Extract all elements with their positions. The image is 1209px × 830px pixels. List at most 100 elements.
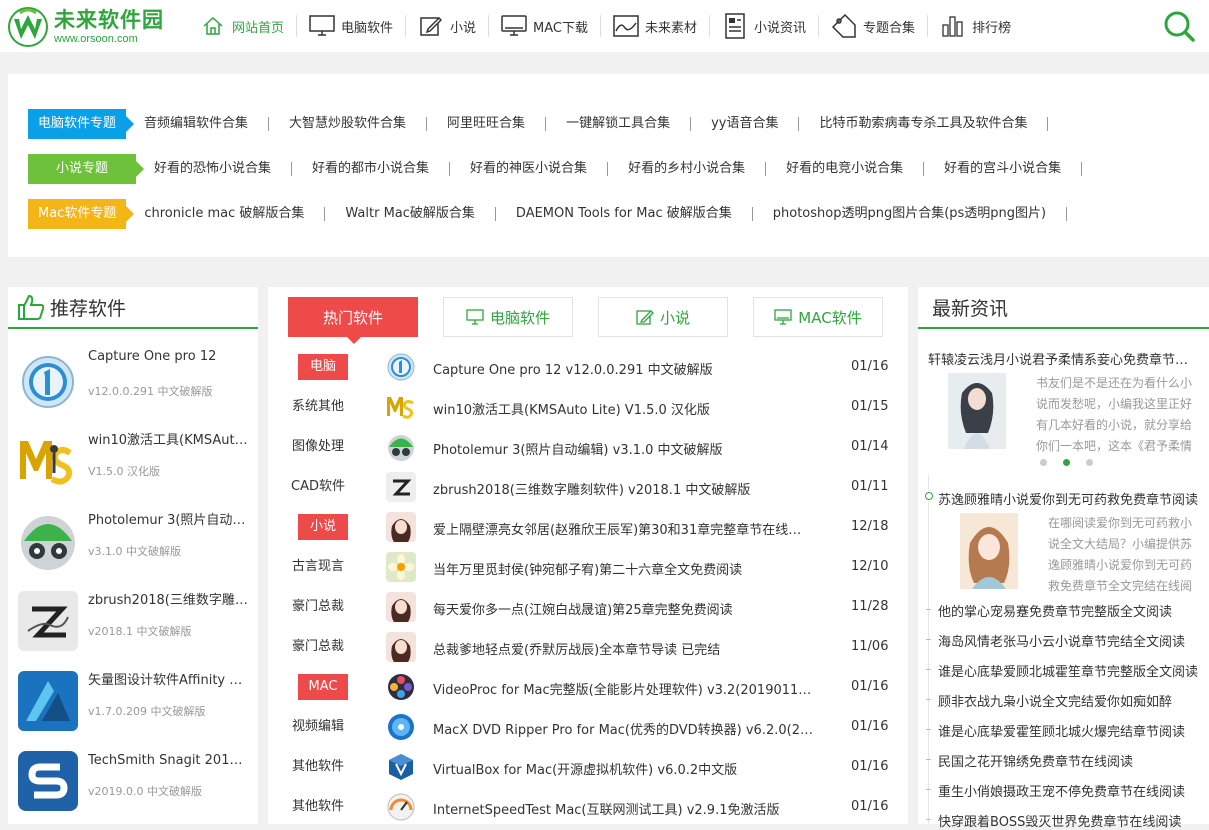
topic-link[interactable]: 好看的乡村小说合集: [608, 162, 767, 176]
topic-tag[interactable]: 电脑软件专题: [28, 109, 135, 139]
tab-pc-software[interactable]: 电脑软件: [443, 297, 573, 337]
videoproc-icon: [386, 672, 416, 702]
software-row[interactable]: 其他软件 InternetSpeedTest Mac(互联网测试工具) v2.9.…: [268, 787, 908, 827]
category-label[interactable]: 豪门总裁: [290, 634, 346, 660]
nav-news[interactable]: 小说资讯: [710, 0, 818, 52]
news-feature2-image[interactable]: [960, 513, 1018, 589]
topic-link[interactable]: yy语音合集: [691, 117, 800, 131]
category-label[interactable]: 古言现言: [290, 554, 346, 580]
rec-item[interactable]: zbrush2018(三维数字雕刻软件) v2018.1 中文破解版: [18, 585, 253, 655]
software-row[interactable]: 图像处理 Photolemur 3(照片自动编辑) v3.1.0 中文破解版 01/…: [268, 427, 908, 467]
news-feature-title[interactable]: 轩辕凌云浅月小说君予柔情系妾心免费章节阅读: [928, 349, 1198, 368]
topic-link[interactable]: 阿里旺旺合集: [427, 117, 547, 131]
carousel-dot[interactable]: [1086, 459, 1093, 466]
topic-row: 电脑软件专题 音频编辑软件合集 大智慧炒股软件合集 阿里旺旺合集 一键解锁工具合…: [28, 108, 1049, 140]
news-item[interactable]: 谁是心底挚爱顾北城霍笙章节完整版全文阅读: [938, 661, 1200, 680]
software-row[interactable]: 小说 爱上隔壁漂亮女邻居(赵雅欣王辰军)第30和31章完整章节在线阅读 12/18: [268, 507, 908, 547]
topic-link[interactable]: photoshop透明png图片合集(ps透明png图片): [753, 207, 1068, 221]
carousel-dot-active[interactable]: [1063, 459, 1070, 466]
tab-hot-software[interactable]: 热门软件: [288, 297, 418, 344]
topic-tag[interactable]: Mac软件专题: [28, 199, 135, 229]
software-title[interactable]: win10激活工具(KMSAuto Lite) V1.5.0 汉化版: [433, 399, 813, 418]
topic-link[interactable]: 一键解锁工具合集: [546, 117, 692, 131]
carousel-dot[interactable]: [1040, 459, 1047, 466]
topic-link[interactable]: 好看的宫斗小说合集: [924, 162, 1083, 176]
category-label[interactable]: 其他软件: [290, 754, 346, 780]
nav-pc-software[interactable]: 电脑软件: [297, 0, 405, 52]
category-label[interactable]: 图像处理: [290, 434, 346, 460]
software-row[interactable]: 视频编辑 MacX DVD Ripper Pro for Mac(优秀的DVD转换…: [268, 707, 908, 747]
software-row[interactable]: 系统其他 win10激活工具(KMSAuto Lite) V1.5.0 汉化版 01…: [268, 387, 908, 427]
software-title[interactable]: VideoProc for Mac完整版(全能影片处理软件) v3.2(2019…: [433, 679, 813, 698]
software-title[interactable]: Capture One pro 12 v12.0.0.291 中文破解版: [433, 359, 813, 378]
nav-novel[interactable]: 小说: [406, 0, 488, 52]
software-title[interactable]: 当年万里觅封侯(钟宛郁子宥)第二十六章全文免费阅读: [433, 559, 813, 578]
news-feature-image[interactable]: [948, 373, 1006, 449]
topic-link[interactable]: Waltr Mac破解版合集: [325, 207, 496, 221]
category-label[interactable]: 电脑: [298, 354, 348, 380]
rec-item[interactable]: Capture One pro 12 v12.0.0.291 中文破解版: [18, 345, 253, 415]
software-title[interactable]: Photolemur 3(照片自动编辑) v3.1.0 中文破解版: [433, 439, 813, 458]
software-row[interactable]: 电脑 Capture One pro 12 v12.0.0.291 中文破解版 01…: [268, 347, 908, 387]
news-item[interactable]: 快穿跟着BOSS毁灭世界免费章节在线阅读: [938, 811, 1200, 830]
category-label[interactable]: 小说: [298, 514, 348, 540]
software-title[interactable]: InternetSpeedTest Mac(互联网测试工具) v2.9.1免激活…: [433, 799, 813, 818]
news-item[interactable]: 他的掌心宠易蹇免费章节完整版全文阅读: [938, 601, 1200, 620]
topic-link[interactable]: 音频编辑软件合集: [144, 117, 270, 131]
software-title[interactable]: 每天爱你多一点(江婉白战晟谊)第25章完整免费阅读: [433, 599, 813, 618]
topic-link[interactable]: 好看的神医小说合集: [450, 162, 609, 176]
category-label[interactable]: 豪门总裁: [290, 594, 346, 620]
document-icon: [722, 13, 748, 39]
software-row[interactable]: MAC VideoProc for Mac完整版(全能影片处理软件) v3.2(2…: [268, 667, 908, 707]
search-icon[interactable]: [1163, 10, 1195, 42]
topic-tag[interactable]: 小说专题: [28, 154, 145, 184]
photolemur-icon: [18, 511, 78, 571]
software-title[interactable]: 爱上隔壁漂亮女邻居(赵雅欣王辰军)第30和31章完整章节在线阅读: [433, 519, 813, 538]
news-item[interactable]: 海岛风情老张马小云小说章节完结全文阅读: [938, 631, 1200, 650]
software-title[interactable]: VirtualBox for Mac(开源虚拟机软件) v6.0.2中文版: [433, 759, 813, 778]
timeline-dot: [925, 492, 933, 500]
category-label[interactable]: 其他软件: [290, 794, 346, 820]
news-item[interactable]: 谁是心底挚爱霍笙顾北城火爆完结章节阅读: [938, 721, 1200, 740]
software-row[interactable]: 古言现言 当年万里觅封侯(钟宛郁子宥)第二十六章全文免费阅读 12/10: [268, 547, 908, 587]
recommended-title: 推荐软件: [50, 297, 127, 320]
software-row[interactable]: 其他软件 VirtualBox for Mac(开源虚拟机软件) v6.0.2中文…: [268, 747, 908, 787]
software-row[interactable]: 豪门总裁 每天爱你多一点(江婉白战晟谊)第25章完整免费阅读 11/28: [268, 587, 908, 627]
nav-mac[interactable]: MAC下载: [489, 0, 600, 52]
software-row[interactable]: 豪门总裁 总裁爹地轻点爱(乔默厉战辰)全本章节导读 已完结 11/06: [268, 627, 908, 667]
software-title[interactable]: zbrush2018(三维数字雕刻软件) v2018.1 中文破解版: [433, 479, 813, 498]
rec-name: Capture One pro 12: [88, 349, 217, 364]
nav-topics[interactable]: 专题合集: [819, 0, 927, 52]
news-item[interactable]: 顾非衣战九枭小说全文完结爱你如痴如醉: [938, 691, 1200, 710]
category-label[interactable]: 视频编辑: [290, 714, 346, 740]
software-title[interactable]: 总裁爹地轻点爱(乔默厉战辰)全本章节导读 已完结: [433, 639, 813, 658]
nav-ranking[interactable]: 排行榜: [928, 0, 1023, 52]
topic-link[interactable]: 好看的电竞小说合集: [766, 162, 925, 176]
category-label[interactable]: MAC: [298, 674, 348, 700]
tab-mac-software[interactable]: MAC软件: [753, 297, 883, 337]
site-logo[interactable]: 未来软件园 www.orsoon.com: [8, 6, 168, 48]
rec-item[interactable]: TechSmith Snagit 2019(截图软件) v2019.0.0 中文…: [18, 745, 253, 815]
rec-item[interactable]: Photolemur 3(照片自动编辑) v3.1.0 中文破解版: [18, 505, 253, 575]
category-label[interactable]: 系统其他: [290, 394, 346, 420]
rec-item[interactable]: 矢量图设计软件Affinity Designer v1.7.0.209 中文破解…: [18, 665, 253, 735]
tag-icon: [831, 13, 857, 39]
news-item[interactable]: 重生小俏娘摄政王宠不停免费章节在线阅读: [938, 781, 1200, 800]
nav-material[interactable]: 未来素材: [601, 0, 709, 52]
news-item[interactable]: 民国之花开锦绣免费章节在线阅读: [938, 751, 1200, 770]
topic-link[interactable]: 好看的都市小说合集: [292, 162, 451, 176]
topic-link[interactable]: DAEMON Tools for Mac 破解版合集: [496, 207, 753, 221]
news-feature2-title[interactable]: 苏逸顾雅晴小说爱你到无可药救免费章节阅读: [938, 489, 1198, 508]
news-panel: 最新资讯 轩辕凌云浅月小说君予柔情系妾心免费章节阅读 书友们是不是还在为看什么小…: [918, 287, 1209, 830]
topic-link[interactable]: 比特币勒索病毒专杀工具及软件合集: [799, 117, 1049, 131]
topic-link[interactable]: 大智慧炒股软件合集: [269, 117, 428, 131]
topic-link[interactable]: 好看的恐怖小说合集: [154, 162, 293, 176]
software-title[interactable]: MacX DVD Ripper Pro for Mac(优秀的DVD转换器) v…: [433, 719, 813, 738]
rec-item[interactable]: win10激活工具(KMSAuto Lite) V1.5.0 汉化版: [18, 425, 253, 495]
category-label[interactable]: CAD软件: [290, 474, 346, 500]
topic-link[interactable]: chronicle mac 破解版合集: [144, 207, 326, 221]
topic-row: 小说专题 好看的恐怖小说合集 好看的都市小说合集 好看的神医小说合集 好看的乡村…: [28, 153, 1083, 185]
software-row[interactable]: CAD软件 zbrush2018(三维数字雕刻软件) v2018.1 中文破解版 0…: [268, 467, 908, 507]
nav-home[interactable]: 网站首页: [188, 0, 296, 52]
tab-novel[interactable]: 小说: [598, 297, 728, 337]
